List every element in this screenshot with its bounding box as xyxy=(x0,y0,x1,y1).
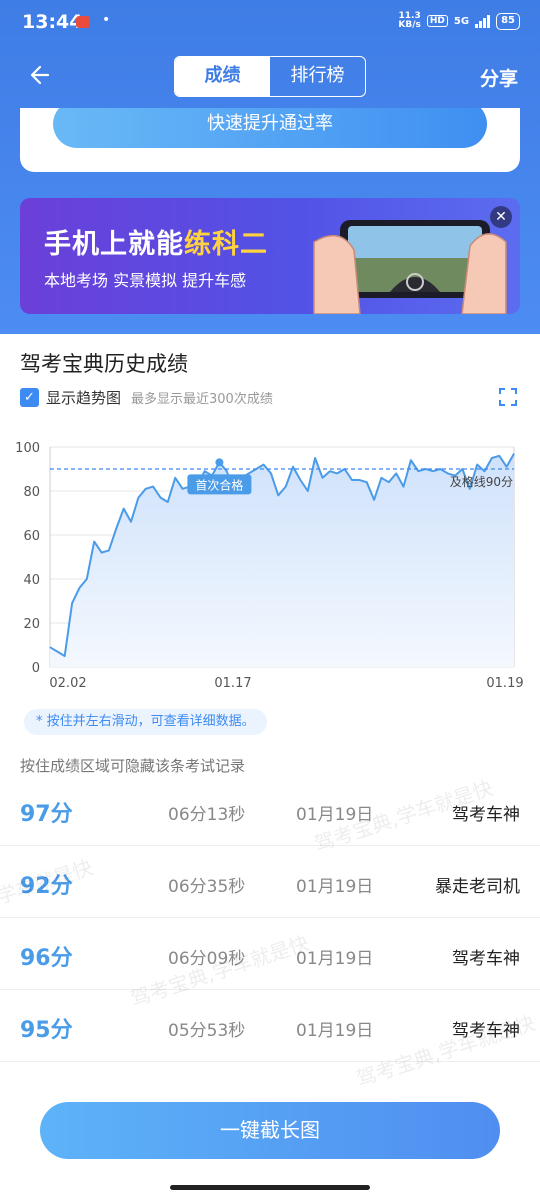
x-tick-label: 02.02 xyxy=(49,676,86,691)
record-score: 97分 xyxy=(20,802,73,827)
hide-record-tip: 按住成绩区域可隐藏该条考试记录 xyxy=(20,757,246,775)
x-tick-label: 01.17 xyxy=(214,676,251,691)
notification-app-icon xyxy=(76,16,90,28)
status-bar: 13:44 • 11.3 KB/s HD 5G 85 xyxy=(0,0,540,44)
record-date: 01月19日 xyxy=(296,805,374,825)
result-card: 快速提升通过率 xyxy=(20,108,520,172)
battery-icon: 85 xyxy=(496,12,520,30)
record-date: 01月19日 xyxy=(296,877,374,897)
record-duration: 06分35秒 xyxy=(168,877,246,897)
banner-title: 手机上就能练科二 xyxy=(44,229,268,260)
record-duration: 06分13秒 xyxy=(168,805,246,825)
record-title: 驾考车神 xyxy=(452,1021,520,1041)
y-tick-label: 20 xyxy=(23,617,40,632)
show-trend-checkbox[interactable]: ✓ xyxy=(20,387,39,407)
close-icon[interactable]: ✕ xyxy=(490,206,512,228)
segmented-tabs: 成绩 排行榜 xyxy=(174,56,366,97)
promo-banner[interactable]: 手机上就能练科二 本地考场 实景模拟 提升车感 ✕ xyxy=(20,198,520,314)
history-title: 驾考宝典历史成绩 xyxy=(20,352,188,376)
records-list: 97分 06分13秒 01月19日 驾考车神 92分 06分35秒 01月19日… xyxy=(0,774,540,1062)
improve-pass-rate-button[interactable]: 快速提升通过率 xyxy=(53,108,487,148)
swipe-hint: * 按住并左右滑动，可查看详细数据。 xyxy=(24,709,267,735)
trend-label: 显示趋势图 xyxy=(46,388,122,407)
fullscreen-icon[interactable] xyxy=(498,387,518,407)
signal-icon xyxy=(475,14,491,28)
record-row[interactable]: 96分 06分09秒 01月19日 驾考车神 xyxy=(0,918,540,990)
record-row[interactable]: 97分 06分13秒 01月19日 驾考车神 xyxy=(0,774,540,846)
y-tick-label: 80 xyxy=(23,485,40,500)
banner-title-highlight: 练科二 xyxy=(184,229,268,260)
status-time: 13:44 xyxy=(22,11,83,33)
back-arrow-icon[interactable] xyxy=(24,62,50,88)
record-score: 96分 xyxy=(20,946,73,971)
home-indicator xyxy=(170,1185,370,1190)
status-dot: • xyxy=(102,12,111,28)
tab-ranking[interactable]: 排行榜 xyxy=(270,57,365,96)
trend-note: 最多显示最近300次成绩 xyxy=(131,391,273,407)
hd-icon: HD xyxy=(426,15,448,27)
record-duration: 05分53秒 xyxy=(168,1021,246,1041)
record-date: 01月19日 xyxy=(296,1021,374,1041)
first-pass-marker xyxy=(215,458,224,467)
nav-bar: 成绩 排行榜 分享 xyxy=(0,50,540,102)
network-speed: 11.3 KB/s xyxy=(398,11,421,30)
pass-line-label: 及格线90分 xyxy=(450,474,513,489)
record-row[interactable]: 92分 06分35秒 01月19日 暴走老司机 xyxy=(0,846,540,918)
y-tick-label: 60 xyxy=(23,529,40,544)
record-score: 92分 xyxy=(20,874,73,899)
record-score: 95分 xyxy=(20,1018,73,1043)
phone-in-hands-illustration xyxy=(313,220,507,314)
first-pass-label: 首次合格 xyxy=(195,477,243,492)
score-area xyxy=(50,453,514,667)
y-tick-label: 40 xyxy=(23,573,40,588)
long-screenshot-button[interactable]: 一键截长图 xyxy=(40,1102,500,1159)
record-date: 01月19日 xyxy=(296,949,374,969)
x-tick-label: 01.19 xyxy=(486,676,523,691)
score-trend-chart[interactable]: 0 20 40 60 80 100 及格线90分 首次合格 02.02 01.17 01.19 xyxy=(0,430,540,700)
status-indicators: 11.3 KB/s HD 5G 85 xyxy=(398,12,520,30)
record-row[interactable]: 95分 05分53秒 01月19日 驾考车神 xyxy=(0,990,540,1062)
tab-score[interactable]: 成绩 xyxy=(175,57,270,96)
network-type: 5G xyxy=(453,15,470,27)
record-title: 暴走老司机 xyxy=(435,877,520,897)
y-tick-label: 0 xyxy=(32,661,40,676)
record-title: 驾考车神 xyxy=(452,805,520,825)
share-button[interactable]: 分享 xyxy=(480,64,518,91)
y-tick-label: 100 xyxy=(15,441,40,456)
trend-toggle-row: ✓ 显示趋势图 最多显示最近300次成绩 xyxy=(20,386,273,408)
record-duration: 06分09秒 xyxy=(168,949,246,969)
banner-subtitle: 本地考场 实景模拟 提升车感 xyxy=(44,271,247,290)
record-title: 驾考车神 xyxy=(452,949,520,969)
